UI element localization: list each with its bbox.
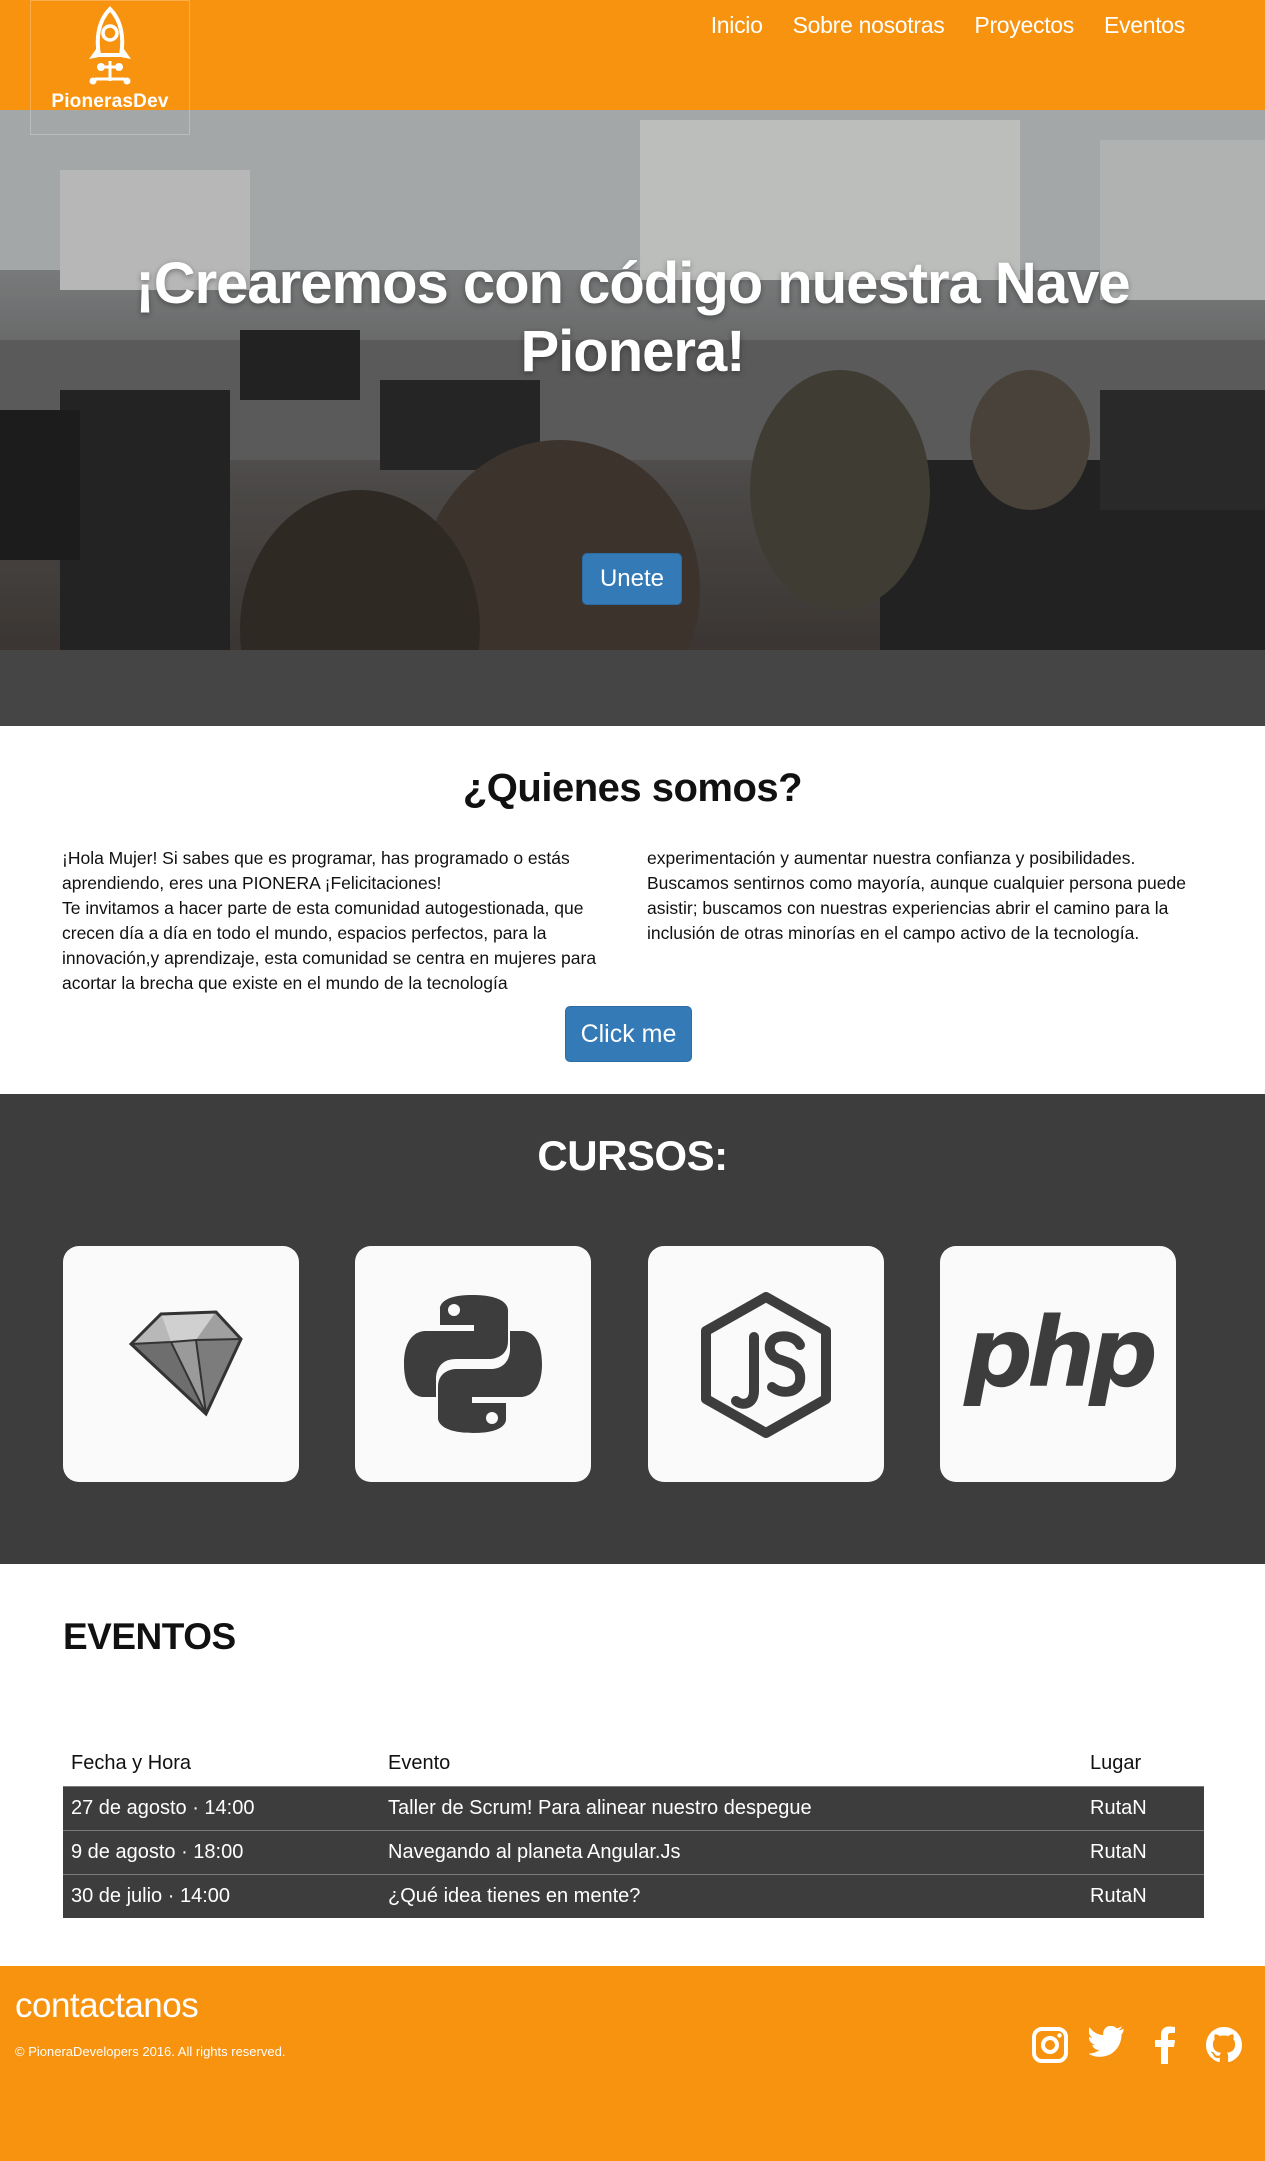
event-date: 9 de agosto · 18:00 (63, 1829, 380, 1874)
hero-section: ¡Crearemos con código nuestra Nave Pione… (0, 110, 1265, 726)
course-card-ruby[interactable] (63, 1246, 299, 1482)
nav-item-inicio[interactable]: Inicio (711, 12, 763, 39)
about-text-left-intro: ¡Hola Mujer! Si sabes que es programar, … (62, 848, 570, 893)
event-name: ¿Qué idea tienes en mente? (380, 1873, 1082, 1918)
twitter-icon[interactable] (1087, 2025, 1127, 2064)
course-card-php[interactable]: php (940, 1246, 1176, 1482)
github-icon[interactable] (1205, 2026, 1243, 2064)
events-section: EVENTOS Fecha y Hora Evento Lugar 27 de … (0, 1564, 1265, 1966)
contact-title: contactanos (15, 1986, 199, 2025)
footer: contactanos © PioneraDevelopers 2016. Al… (0, 1966, 1265, 2161)
event-place: RutaN (1082, 1829, 1204, 1874)
event-date: 27 de agosto · 14:00 (63, 1785, 380, 1830)
column-header-date: Fecha y Hora (71, 1752, 192, 1775)
navbar: PionerasDev Inicio Sobre nosotras Proyec… (0, 0, 1265, 135)
logo-text: PionerasDev (51, 91, 169, 112)
rocket-logo-icon (89, 6, 131, 85)
about-title: ¿Quienes somos? (462, 766, 803, 810)
ruby-icon (128, 1310, 243, 1417)
click-me-button[interactable]: Click me (565, 1006, 692, 1062)
events-header-row: Fecha y Hora Evento Lugar (63, 1742, 1204, 1786)
course-card-nodejs[interactable] (648, 1246, 884, 1482)
event-name: Taller de Scrum! Para alinear nuestro de… (380, 1785, 1082, 1830)
table-row[interactable]: 30 de julio · 14:00 ¿Qué idea tienes en … (63, 1873, 1204, 1918)
copyright-text: © PioneraDevelopers 2016. All rights res… (15, 2044, 286, 2059)
nav-item-sobre-nosotras[interactable]: Sobre nosotras (793, 12, 945, 39)
social-links (1031, 2025, 1243, 2064)
courses-section: CURSOS: php (0, 1094, 1265, 1564)
nav-item-eventos[interactable]: Eventos (1104, 12, 1185, 39)
about-section: ¿Quienes somos? ¡Hola Mujer! Si sabes qu… (0, 726, 1265, 1094)
join-button[interactable]: Unete (582, 553, 682, 605)
instagram-icon[interactable] (1031, 2026, 1069, 2064)
hero-overlay (0, 110, 1265, 726)
nodejs-icon (701, 1292, 831, 1438)
php-icon: php (963, 1304, 1158, 1409)
courses-title: CURSOS: (537, 1132, 728, 1179)
table-row[interactable]: 9 de agosto · 18:00 Navegando al planeta… (63, 1829, 1204, 1874)
nav-item-proyectos[interactable]: Proyectos (974, 12, 1074, 39)
event-place: RutaN (1082, 1785, 1204, 1830)
python-icon (404, 1295, 542, 1433)
facebook-icon[interactable] (1147, 2026, 1185, 2064)
hero-title: ¡Crearemos con código nuestra Nave Pione… (135, 251, 1130, 384)
logo[interactable]: PionerasDev (30, 0, 190, 135)
column-header-place: Lugar (1090, 1752, 1142, 1775)
event-place: RutaN (1082, 1873, 1204, 1918)
event-name: Navegando al planeta Angular.Js (380, 1829, 1082, 1874)
about-text-left-invitation: Te invitamos a hacer parte de esta comun… (62, 898, 597, 993)
events-table: Fecha y Hora Evento Lugar 27 de agosto ·… (63, 1742, 1204, 1918)
column-header-event: Evento (388, 1752, 451, 1775)
main-nav: Inicio Sobre nosotras Proyectos Eventos (711, 12, 1186, 39)
table-row[interactable]: 27 de agosto · 14:00 Taller de Scrum! Pa… (63, 1785, 1204, 1830)
about-text-right: experimentación y aumentar nuestra confi… (647, 848, 1186, 943)
event-date: 30 de julio · 14:00 (63, 1873, 380, 1918)
course-card-python[interactable] (355, 1246, 591, 1482)
about-text-left: ¡Hola Mujer! Si sabes que es programar, … (62, 846, 602, 996)
events-title: EVENTOS (63, 1616, 236, 1657)
svg-text:php: php (963, 1304, 1154, 1409)
